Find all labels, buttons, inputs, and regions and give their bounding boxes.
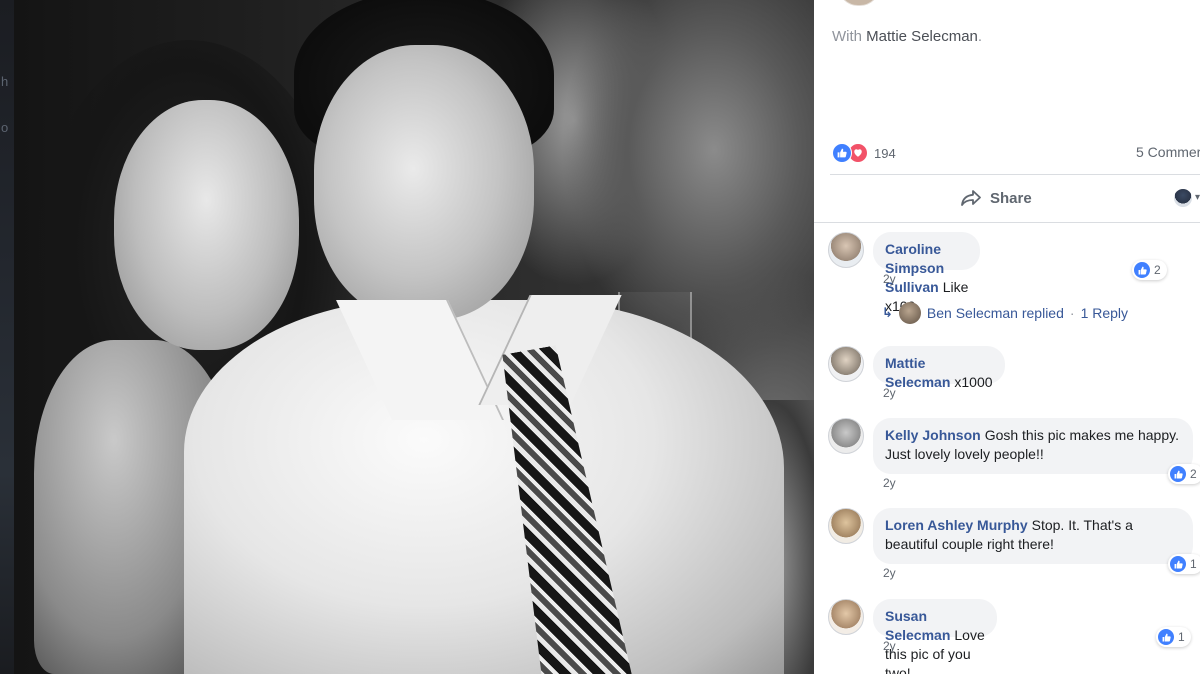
reply-count: 1 Reply (1080, 305, 1129, 321)
post-details-panel: With Mattie Selecman. 194 5 Commer Share… (814, 0, 1200, 674)
commenter-avatar[interactable] (828, 508, 864, 544)
commenter-avatar[interactable] (828, 599, 864, 635)
caret-down-icon[interactable]: ▾ (1195, 192, 1200, 203)
tagged-with-line: With Mattie Selecman. (832, 28, 982, 45)
like-icon (1170, 466, 1186, 482)
comment-reaction-badge[interactable]: 2 (1132, 260, 1167, 280)
commenter-avatar[interactable] (828, 232, 864, 268)
comment-timestamp[interactable]: 2y (883, 566, 896, 580)
comment-reaction-badge[interactable]: 2 (1168, 464, 1200, 484)
comment-author-link[interactable]: Caroline Simpson Sullivan (885, 241, 944, 295)
comment-reaction-count: 1 (1178, 630, 1185, 644)
comment-reaction-badge[interactable]: 1 (1156, 627, 1191, 647)
comment-author-link[interactable]: Loren Ashley Murphy (885, 517, 1028, 533)
commenter-avatar[interactable] (828, 346, 864, 382)
share-button[interactable]: Share (960, 186, 1032, 210)
divider (830, 174, 1200, 175)
comment-timestamp[interactable]: 2y (883, 272, 896, 286)
photo-viewer: h o (0, 0, 814, 674)
replies-link[interactable]: ↳ Ben Selecman replied · 1 Reply (882, 302, 1128, 324)
comment-timestamp[interactable]: 2y (883, 639, 896, 653)
comment-text: x1000 (954, 374, 993, 390)
comment-timestamp[interactable]: 2y (883, 386, 896, 400)
comment-bubble: Kelly Johnson Gosh this pic makes me happ… (873, 418, 1193, 474)
like-icon (1158, 629, 1174, 645)
reply-separator: · (1069, 305, 1075, 321)
reply-arrow-icon: ↳ (882, 305, 893, 320)
comment-reaction-count: 1 (1190, 557, 1197, 571)
divider (814, 222, 1200, 223)
with-suffix: . (977, 28, 983, 45)
share-icon (960, 189, 982, 207)
comment-author-link[interactable]: Mattie Selecman (885, 355, 950, 390)
replier-avatar (898, 302, 921, 324)
like-icon (1134, 262, 1150, 278)
reaction-count: 194 (874, 145, 896, 161)
tagged-person-link[interactable]: Mattie Selecman (866, 28, 978, 45)
background-page-edge: h o (0, 0, 14, 674)
comment-reaction-count: 2 (1190, 467, 1197, 481)
edge-letter: h (1, 74, 9, 89)
post-photo[interactable] (14, 0, 814, 674)
comment-bubble: Caroline Simpson SullivanLike x100 (873, 232, 981, 314)
comment-author-link[interactable]: Kelly Johnson (885, 427, 981, 443)
comment-bubble: Mattie Selecman x1000 (873, 346, 1005, 390)
with-prefix: With (832, 28, 862, 45)
comment-reaction-badge[interactable]: 1 (1168, 554, 1200, 574)
comments-count-link[interactable]: 5 Commer (1136, 144, 1200, 160)
reactions-summary[interactable]: 194 (832, 143, 896, 163)
comment-bubble: Loren Ashley Murphy Stop. It. That's a be… (873, 508, 1193, 564)
poster-avatar[interactable] (838, 0, 880, 6)
photo-woman-face (114, 100, 299, 350)
like-icon (832, 143, 852, 163)
comment-reaction-count: 2 (1154, 263, 1161, 277)
comment-timestamp[interactable]: 2y (883, 476, 896, 490)
photo-man-shirt (184, 300, 784, 674)
like-icon (1170, 556, 1186, 572)
share-label: Share (990, 189, 1032, 207)
commenter-avatar[interactable] (828, 418, 864, 454)
edge-letter: o (1, 120, 9, 135)
comment-author-link[interactable]: Susan Selecman (885, 608, 950, 643)
viewer-avatar[interactable] (1174, 189, 1192, 207)
photo-man-face (314, 45, 534, 320)
replier-name: Ben Selecman replied (926, 305, 1064, 321)
comment-bubble: Susan Selecman Love this pic of you two! (873, 599, 997, 674)
